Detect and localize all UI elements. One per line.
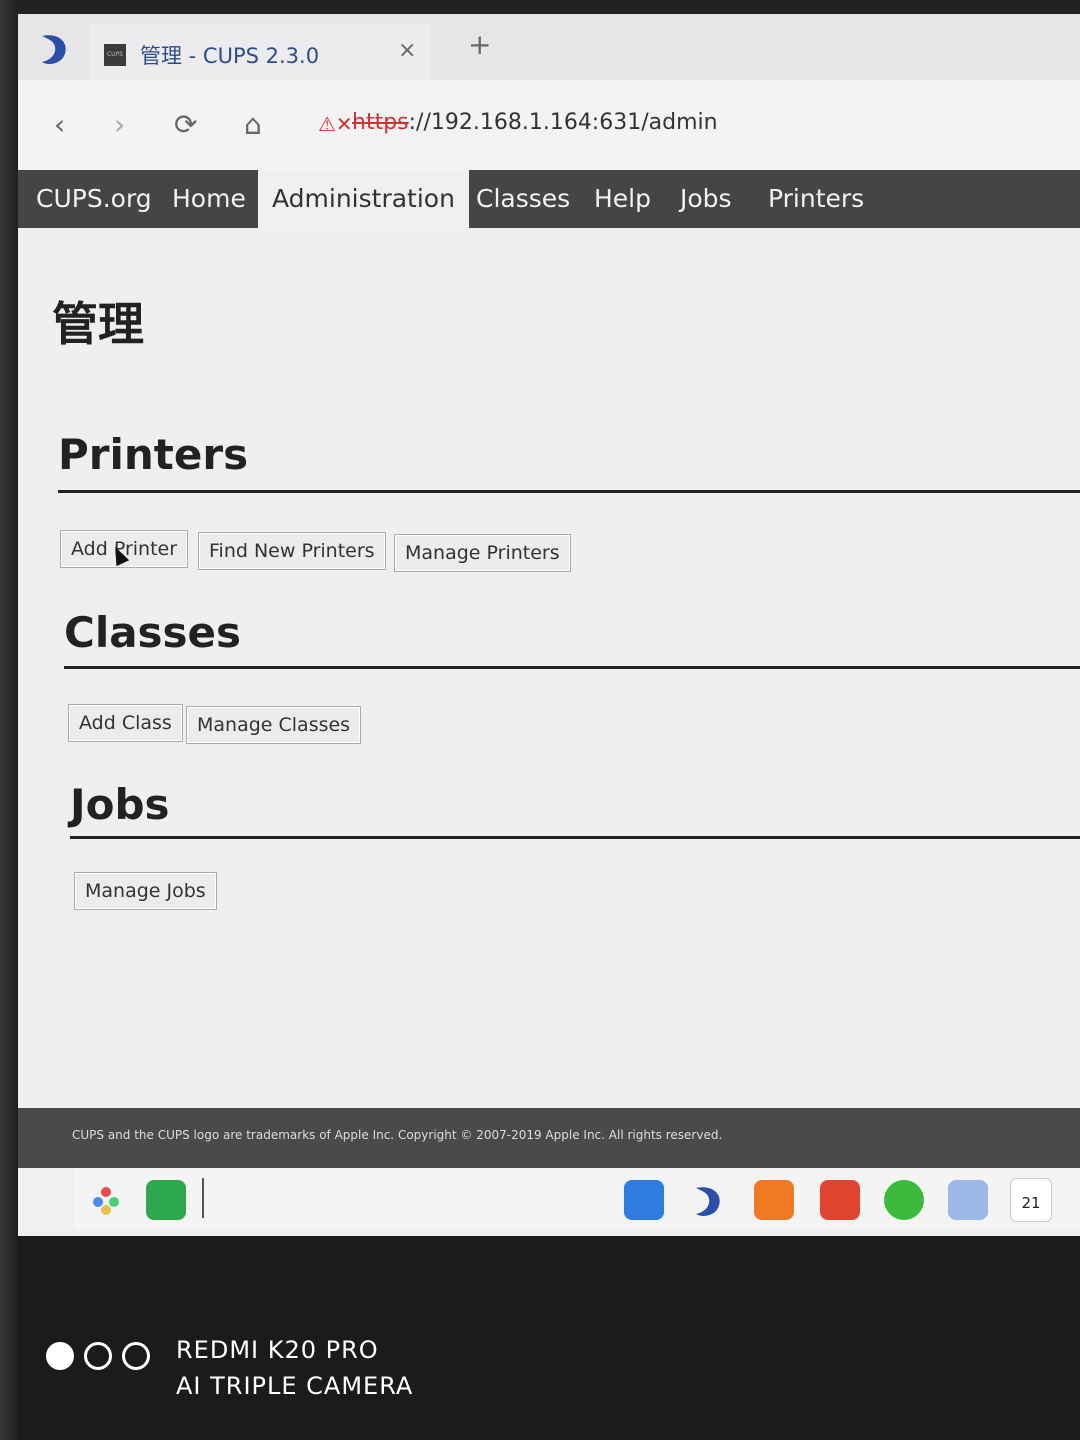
- home-icon[interactable]: ⌂: [244, 108, 262, 141]
- section-divider: [70, 836, 1080, 839]
- section-divider: [58, 490, 1080, 493]
- manage-classes-button[interactable]: Manage Classes: [186, 706, 362, 744]
- back-icon[interactable]: ‹: [54, 108, 65, 141]
- url-text: https://192.168.1.164:631/admin: [352, 110, 718, 135]
- terminal-icon[interactable]: [146, 1180, 186, 1220]
- nav-item-classes[interactable]: Classes: [462, 170, 584, 228]
- nav-item-printers[interactable]: Printers: [754, 170, 878, 228]
- tab-close-icon[interactable]: ×: [398, 38, 416, 63]
- browser-icon[interactable]: [688, 1180, 728, 1220]
- screen: CUPS 管理 - CUPS 2.3.0 × + ‹ › ⟳ ⌂ ⚠✕ http…: [18, 14, 1080, 1236]
- section-divider: [64, 666, 1080, 669]
- section-title-jobs: Jobs: [70, 780, 170, 829]
- nav-item-cups-org[interactable]: CUPS.org: [22, 170, 166, 228]
- section-title-classes: Classes: [64, 608, 242, 657]
- browser-tab[interactable]: CUPS 管理 - CUPS 2.3.0 ×: [90, 24, 430, 80]
- manage-jobs-button[interactable]: Manage Jobs: [74, 872, 217, 910]
- insecure-warning-icon[interactable]: ⚠✕: [318, 112, 353, 136]
- forward-icon[interactable]: ›: [114, 108, 125, 141]
- reload-icon[interactable]: ⟳: [174, 108, 197, 141]
- new-tab-icon[interactable]: +: [468, 28, 491, 61]
- url-scheme: https: [352, 110, 409, 135]
- launcher-icon[interactable]: [86, 1180, 126, 1220]
- address-bar[interactable]: ⚠✕ https://192.168.1.164:631/admin: [308, 102, 1068, 150]
- page-title: 管理: [52, 297, 144, 351]
- browser-tab-bar: CUPS 管理 - CUPS 2.3.0 × +: [18, 14, 1080, 80]
- browser-logo-icon[interactable]: [34, 28, 74, 68]
- section-title-printers: Printers: [58, 430, 249, 479]
- nav-item-administration[interactable]: Administration: [258, 170, 469, 228]
- laptop-bezel-left: [0, 0, 18, 1440]
- nav-item-home[interactable]: Home: [158, 170, 260, 228]
- calendar-icon[interactable]: 21: [1010, 1178, 1052, 1222]
- footer-copyright: CUPS and the CUPS logo are trademarks of…: [72, 1128, 723, 1142]
- admin-content: 管理 Printers Add Printer Find New Printer…: [18, 228, 1080, 1108]
- url-host-path: ://192.168.1.164:631/admin: [408, 110, 718, 135]
- files-icon[interactable]: [948, 1180, 988, 1220]
- watermark-line2: AI TRIPLE CAMERA: [176, 1372, 414, 1400]
- presentation-icon[interactable]: [820, 1180, 860, 1220]
- desktop-dock: 21: [74, 1168, 1080, 1230]
- watermark-dot-filled: [46, 1342, 74, 1370]
- laptop-bezel-top: [0, 0, 1080, 14]
- nav-item-jobs[interactable]: Jobs: [666, 170, 746, 228]
- cups-favicon-icon: CUPS: [104, 44, 126, 66]
- app-store-icon[interactable]: [624, 1180, 664, 1220]
- watermark-dot: [122, 1342, 150, 1370]
- watermark-line1: REDMI K20 PRO: [176, 1336, 379, 1364]
- tab-title: 管理 - CUPS 2.3.0: [140, 44, 320, 68]
- find-new-printers-button[interactable]: Find New Printers: [198, 532, 386, 570]
- mail-icon[interactable]: [754, 1180, 794, 1220]
- page-footer: CUPS and the CUPS logo are trademarks of…: [18, 1108, 1080, 1168]
- manage-printers-button[interactable]: Manage Printers: [394, 534, 571, 572]
- add-class-button[interactable]: Add Class: [68, 704, 183, 742]
- text-cursor: [202, 1178, 204, 1218]
- music-icon[interactable]: [884, 1180, 924, 1220]
- watermark-dot: [84, 1342, 112, 1370]
- browser-toolbar: ‹ › ⟳ ⌂ ⚠✕ https://192.168.1.164:631/adm…: [18, 80, 1080, 170]
- nav-item-help[interactable]: Help: [580, 170, 665, 228]
- cups-navbar: CUPS.org Home Administration Classes Hel…: [18, 170, 1080, 228]
